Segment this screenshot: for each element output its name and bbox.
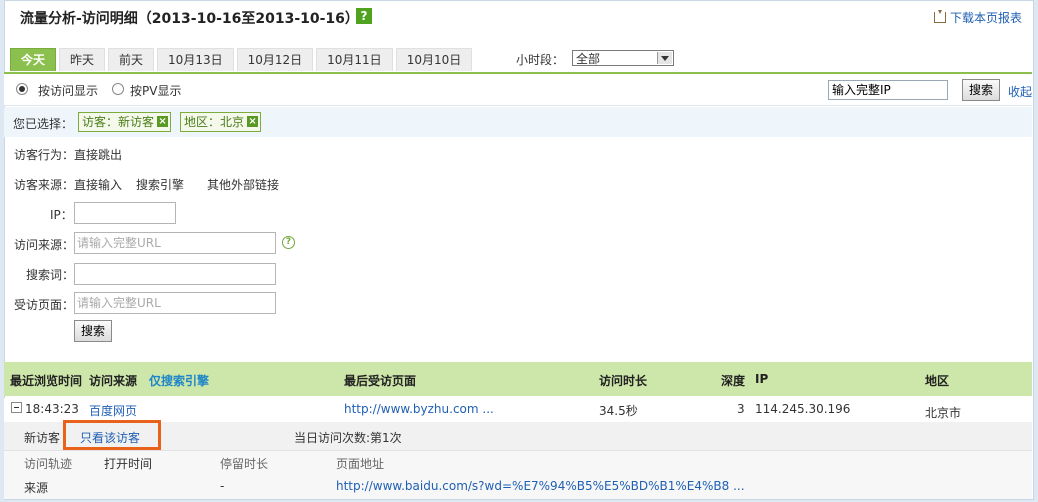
tab-oct-12[interactable]: 10月12日	[236, 48, 314, 71]
col-duration[interactable]: 访问时长	[599, 372, 647, 389]
keyword-field[interactable]	[74, 263, 276, 285]
row-region: 北京市	[925, 406, 962, 420]
download-report-link[interactable]: 下载本页报表	[933, 9, 1022, 26]
by-visit-label: 按访问显示	[38, 84, 99, 98]
col-depth[interactable]: 深度	[721, 372, 745, 389]
tab-day-before[interactable]: 前天	[108, 48, 155, 71]
col-last-time[interactable]: 最近浏览时间	[10, 372, 82, 389]
ip-search-input[interactable]: 输入完整IP	[828, 80, 948, 100]
tab-today[interactable]: 今天	[10, 48, 57, 71]
filter-chip-visitor-label: 访客：新访客	[82, 115, 155, 129]
behavior-bounce-link[interactable]: 直接跳出	[74, 146, 122, 163]
hour-select-value: 全部	[576, 52, 601, 66]
hour-select[interactable]: 全部	[572, 50, 674, 66]
chevron-down-icon[interactable]	[657, 52, 672, 64]
collapse-link[interactable]: 收起	[1008, 83, 1032, 100]
row-last-page-link[interactable]: http://www.byzhu.com ...	[344, 402, 494, 416]
close-icon[interactable]: ×	[247, 116, 259, 127]
row-time: 18:43:23	[25, 402, 79, 416]
source-direct-link[interactable]: 直接输入	[74, 176, 122, 193]
ip-label: IP：	[50, 208, 73, 222]
collapse-icon[interactable]	[11, 402, 22, 413]
by-pv-label: 按PV显示	[130, 84, 182, 98]
row-ip: 114.245.30.196	[755, 402, 851, 416]
display-mode-bar: 按访问显示 按PV显示 输入完整IP 搜索 收起	[4, 72, 1032, 106]
source-search-engine-link[interactable]: 搜索引擎	[136, 176, 184, 193]
table-row: 18:43:23 百度网页 http://www.byzhu.com ... 3…	[4, 398, 1032, 422]
track-row: 来源 - http://www.baidu.com/s?wd=%E7%94%B5…	[4, 475, 1032, 499]
track-step: 来源	[24, 481, 49, 495]
track-header: 访问轨迹 打开时间 停留时长 页面地址	[4, 451, 1032, 475]
radio-by-visit[interactable]	[16, 83, 28, 95]
help-circle-icon[interactable]: ?	[282, 236, 295, 249]
date-tabs: 今天 昨天 前天 10月13日 10月12日 10月11日 10月10日	[10, 48, 473, 71]
referrer-label: 访问来源：	[14, 238, 75, 252]
page-title: 流量分析-访问明细（2013-10-16至2013-10-16）	[20, 11, 359, 27]
tab-oct-11[interactable]: 10月11日	[316, 48, 393, 71]
help-icon[interactable]: ?	[356, 8, 372, 24]
selected-filters: 您已选择： 访客：新访客 × 地区：北京 ×	[4, 107, 1032, 137]
highlight-box	[63, 420, 161, 450]
close-icon[interactable]: ×	[157, 116, 169, 127]
ip-search-button[interactable]: 搜索	[962, 79, 1000, 101]
download-label: 下载本页报表	[949, 11, 1022, 25]
col-ip[interactable]: IP	[755, 372, 768, 386]
row-duration: 34.5秒	[599, 404, 638, 418]
radio-by-pv[interactable]	[112, 83, 124, 95]
landing-page-label: 受访页面：	[14, 298, 75, 312]
track-stay: -	[220, 479, 225, 493]
row-source-link[interactable]: 百度网页	[89, 402, 137, 419]
filter-search-button[interactable]: 搜索	[74, 320, 112, 342]
track-col-stay: 停留时长	[220, 457, 269, 471]
tab-oct-13[interactable]: 10月13日	[157, 48, 234, 71]
tab-oct-10[interactable]: 10月10日	[395, 48, 473, 71]
keyword-label: 搜索词：	[26, 268, 75, 282]
landing-page-url-field[interactable]: 请输入完整URL	[74, 292, 276, 314]
visitor-type: 新访客	[24, 431, 61, 445]
ip-field[interactable]	[74, 202, 176, 224]
col-region[interactable]: 地区	[925, 372, 949, 389]
source-external-link[interactable]: 其他外部链接	[207, 176, 279, 193]
filter-chip-region-label: 地区：北京	[184, 115, 245, 129]
download-icon	[933, 10, 946, 23]
track-col-open-time: 打开时间	[104, 457, 153, 471]
row-depth: 3	[737, 402, 745, 416]
search-engine-only-link[interactable]: 仅搜索引擎	[149, 372, 209, 389]
filter-chip-region: 地区：北京 ×	[180, 112, 262, 132]
selected-label: 您已选择：	[13, 117, 74, 131]
hour-label: 小时段：	[516, 53, 565, 67]
source-label: 访客来源：	[14, 178, 75, 192]
visits-today: 当日访问次数:第1次	[294, 431, 402, 445]
tab-yesterday[interactable]: 昨天	[59, 48, 106, 71]
filter-chip-visitor: 访客：新访客 ×	[78, 112, 172, 132]
track-col-track: 访问轨迹	[24, 457, 73, 471]
track-url-link[interactable]: http://www.baidu.com/s?wd=%E7%94%B5%E5%B…	[336, 479, 745, 493]
table-header: 最近浏览时间 访问来源 仅搜索引擎 最后受访页面 访问时长 深度 IP 地区	[4, 362, 1032, 396]
col-source[interactable]: 访问来源	[89, 372, 137, 389]
col-last-page[interactable]: 最后受访页面	[344, 372, 416, 389]
track-col-url: 页面地址	[336, 457, 385, 471]
referrer-url-field[interactable]: 请输入完整URL	[74, 232, 276, 254]
behavior-label: 访客行为：	[14, 148, 75, 162]
